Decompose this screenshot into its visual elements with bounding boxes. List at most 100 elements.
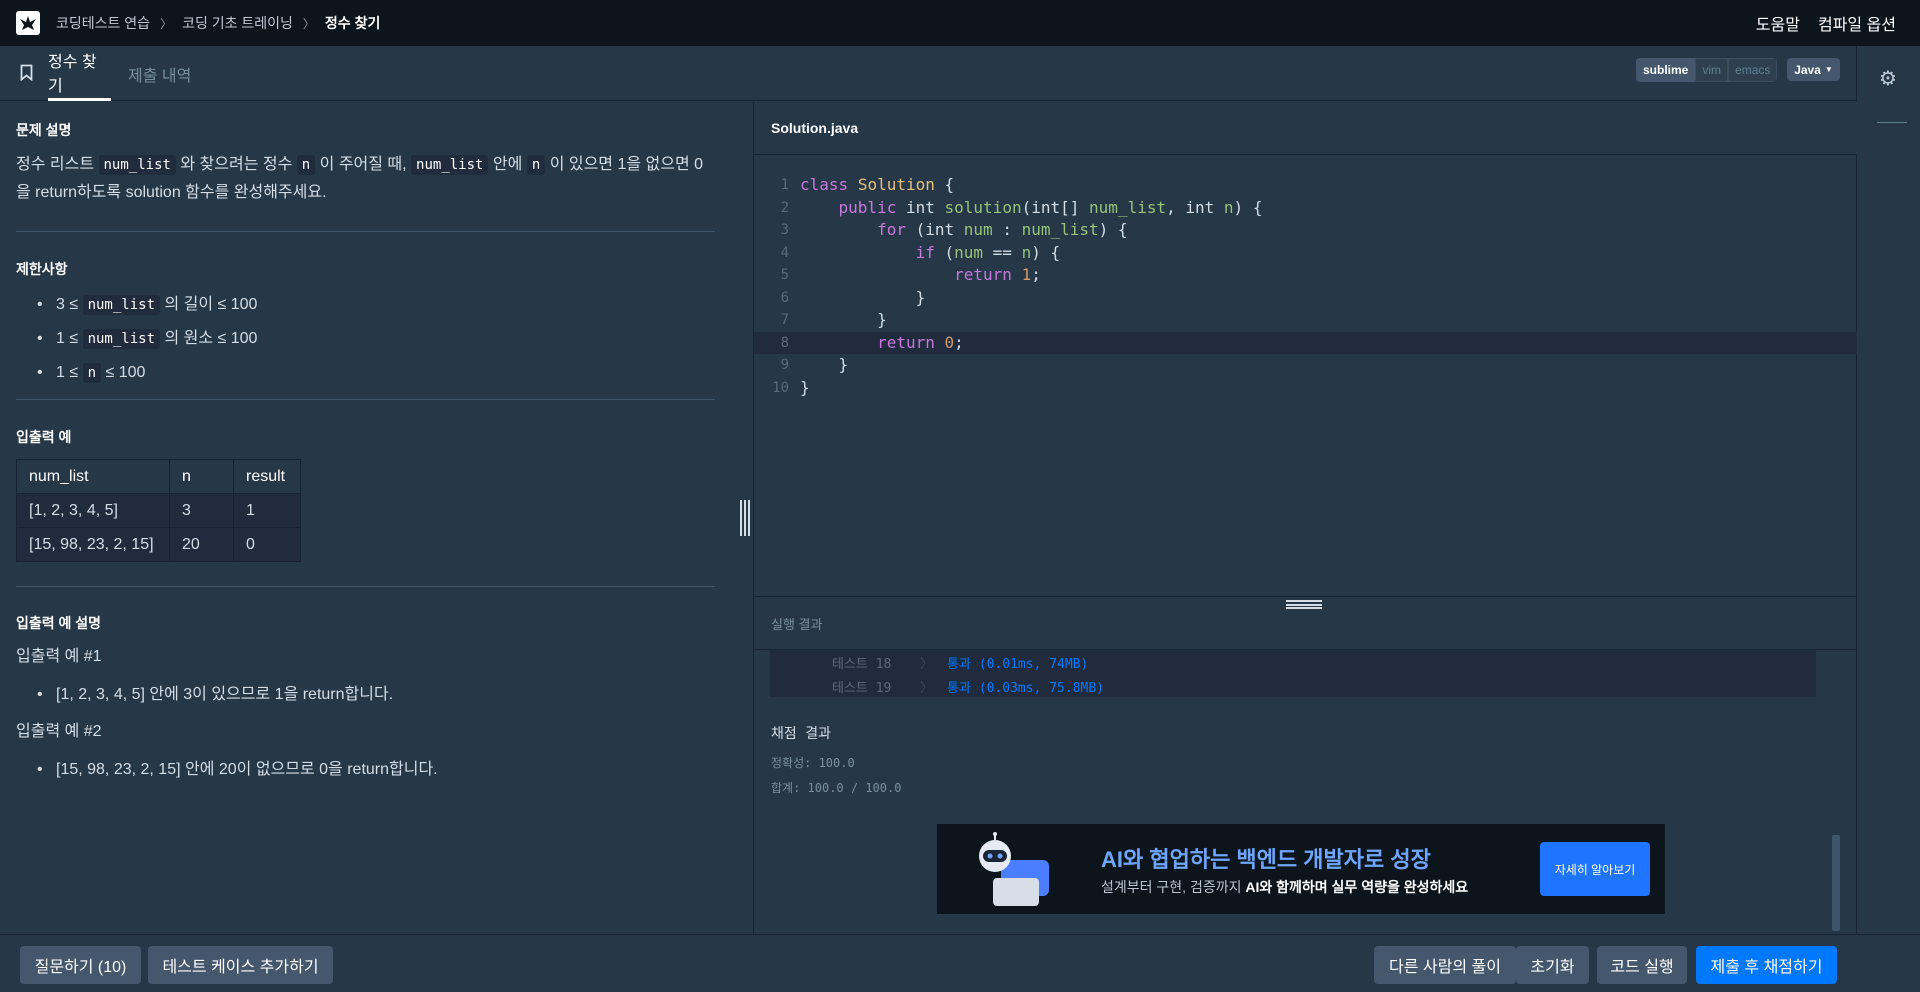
- editor-header: Solution.java: [754, 102, 1857, 155]
- limit-text: 1 ≤: [56, 330, 83, 347]
- code-line[interactable]: 9 }: [754, 354, 1857, 377]
- tab-problem[interactable]: 정수 찾기: [48, 46, 111, 101]
- editor-mode-selector: sublime vim emacs: [1636, 58, 1778, 82]
- tab-label: 제출 내역: [128, 67, 192, 85]
- list-item: [1, 2, 3, 4, 5] 안에 3이 있으므로 1을 return합니다.: [16, 678, 715, 712]
- run-code-button[interactable]: 코드 실행: [1597, 946, 1687, 984]
- right-sidebar: ⚙: [1856, 46, 1920, 946]
- reset-button[interactable]: 초기화: [1516, 946, 1589, 984]
- example-1-list: [1, 2, 3, 4, 5] 안에 3이 있으므로 1을 return합니다.: [16, 678, 715, 712]
- tab-submissions[interactable]: 제출 내역: [128, 46, 191, 101]
- mode-vim[interactable]: vim: [1695, 58, 1729, 82]
- learn-more-button[interactable]: 자세히 알아보기: [1540, 842, 1650, 896]
- language-label: Java: [1794, 62, 1821, 77]
- line-number: 3: [780, 222, 789, 238]
- test-label: 테스트 19: [832, 680, 892, 696]
- ask-question-button[interactable]: 질문하기 (10): [20, 946, 141, 984]
- example-1-title: 입출력 예 #1: [16, 648, 102, 665]
- code-line[interactable]: 10}: [754, 377, 1857, 400]
- code-line[interactable]: 6 }: [754, 287, 1857, 310]
- chevron-right-icon: 〉: [920, 680, 934, 696]
- list-item: 1 ≤ n ≤ 100: [16, 356, 715, 390]
- problem-description: 정수 리스트 num_list 와 찾으려는 정수 n 이 주어질 때, num…: [16, 151, 715, 207]
- bookmark-icon[interactable]: [20, 64, 33, 86]
- line-number: 5: [780, 267, 789, 283]
- section-title-io: 입출력 예: [16, 429, 72, 445]
- test-result-row: 테스트 19 〉 통과 (0.03ms, 75.8MB): [770, 674, 1816, 698]
- limit-text: 3 ≤: [56, 296, 83, 313]
- accuracy-score: 정확성: 100.0: [771, 756, 855, 770]
- tab-bar: 정수 찾기 제출 내역 sublime vim emacs Java ▼: [0, 46, 1856, 101]
- breadcrumb-current: 정수 찾기: [324, 15, 381, 31]
- line-number: 8: [780, 334, 789, 351]
- breadcrumb-item[interactable]: 코딩테스트 연습 〉: [56, 13, 182, 33]
- divider: [16, 586, 715, 587]
- table-cell: 20: [169, 527, 234, 562]
- banner-subtitle-text: 설계부터 구현, 검증까지: [1101, 879, 1246, 895]
- table-header: result: [233, 459, 301, 494]
- grade-title: 채점 결과: [771, 726, 831, 742]
- code-line-active[interactable]: 8 return 0;: [754, 331, 1857, 354]
- list-item: 3 ≤ num_list 의 길이 ≤ 100: [16, 288, 715, 322]
- inline-code: n: [82, 363, 102, 383]
- io-example-table: num_list n result [1, 2, 3, 4, 5] 3 1 [1…: [16, 459, 301, 562]
- table-cell: 1: [233, 493, 301, 528]
- desc-text: 정수 리스트: [16, 156, 99, 173]
- mode-emacs[interactable]: emacs: [1728, 58, 1778, 82]
- divider: [1877, 122, 1907, 123]
- test-results-list: 테스트 18 〉 통과 (0.01ms, 74MB) 테스트 19 〉 통과 (0.03…: [770, 650, 1816, 697]
- horizontal-resize-handle[interactable]: [1286, 600, 1322, 609]
- code-line[interactable]: 2 public int solution(int[] num_list, in…: [754, 197, 1857, 220]
- table-header: num_list: [16, 459, 170, 494]
- add-testcase-button[interactable]: 테스트 케이스 추가하기: [148, 946, 333, 984]
- others-solutions-button[interactable]: 다른 사람의 풀이: [1374, 946, 1516, 984]
- vertical-resize-handle[interactable]: [740, 500, 750, 536]
- divider: [16, 231, 715, 232]
- help-link[interactable]: 도움말: [1756, 11, 1800, 35]
- test-result-text: 통과 (0.01ms, 74MB): [947, 656, 1089, 672]
- desc-text: 이 주어질 때,: [315, 156, 412, 173]
- programmers-logo-icon[interactable]: [16, 11, 40, 35]
- problem-panel: 문제 설명 정수 리스트 num_list 와 찾으려는 정수 n 이 주어질 …: [0, 102, 752, 934]
- gear-icon[interactable]: ⚙: [1879, 66, 1897, 91]
- code-line[interactable]: 1 class Solution {: [754, 174, 1857, 197]
- chevron-right-icon: 〉: [160, 16, 173, 31]
- inline-code: num_list: [411, 155, 489, 175]
- list-item: 1 ≤ num_list 의 원소 ≤ 100: [16, 322, 715, 356]
- test-result-row: 테스트 18 〉 통과 (0.01ms, 74MB): [770, 650, 1816, 674]
- robot-illustration-icon: [979, 832, 1049, 906]
- table-cell: 3: [169, 493, 234, 528]
- code-line[interactable]: 3 for (int num : num_list) {: [754, 219, 1857, 242]
- test-label: 테스트 18: [832, 656, 892, 672]
- code-line[interactable]: 5 return 1;: [754, 264, 1857, 287]
- desc-text: 와 찾으려는 정수: [175, 156, 297, 173]
- compile-options-link[interactable]: 컴파일 옵션: [1818, 11, 1896, 35]
- breadcrumb-item[interactable]: 코딩 기초 트레이닝 〉: [182, 13, 325, 33]
- banner-subtitle-bold: AI와 함께하며 실무 역량을 완성하세요: [1245, 879, 1469, 895]
- breadcrumb-label[interactable]: 코딩테스트 연습: [56, 13, 150, 33]
- list-item: [15, 98, 23, 2, 15] 안에 20이 없으므로 0을 retur…: [16, 753, 715, 787]
- promo-banner[interactable]: AI와 협업하는 백엔드 개발자로 성장 설계부터 구현, 검증까지 AI와 함…: [937, 824, 1665, 914]
- example-2-title: 입출력 예 #2: [16, 723, 102, 740]
- results-scrollbar[interactable]: [1832, 835, 1840, 931]
- code-line[interactable]: 4 if (num == n) {: [754, 242, 1857, 265]
- limit-text: ≤ 100: [101, 364, 146, 381]
- code-line[interactable]: 7 }: [754, 309, 1857, 332]
- inline-code: num_list: [82, 295, 161, 315]
- line-number: 1: [780, 177, 789, 193]
- inline-code: num_list: [98, 155, 176, 175]
- line-number: 10: [772, 379, 789, 396]
- line-number: 6: [780, 289, 789, 306]
- language-select[interactable]: Java ▼: [1787, 58, 1840, 81]
- banner-title: AI와 협업하는 백엔드 개발자로 성장: [1101, 847, 1431, 872]
- mode-sublime[interactable]: sublime: [1636, 58, 1696, 82]
- chevron-right-icon: 〉: [302, 16, 315, 31]
- breadcrumb-label[interactable]: 코딩 기초 트레이닝: [182, 13, 293, 33]
- limit-text: 의 원소 ≤ 100: [160, 330, 258, 347]
- code-editor[interactable]: 1 class Solution { 2 public int solution(…: [754, 174, 1857, 399]
- desc-text: 안에: [488, 156, 527, 173]
- desc-text: 이 있으면 1을 없으면 0: [545, 156, 704, 173]
- inline-code: num_list: [82, 329, 161, 349]
- example-2-list: [15, 98, 23, 2, 15] 안에 20이 없으므로 0을 retur…: [16, 753, 715, 787]
- submit-button[interactable]: 제출 후 채점하기: [1696, 946, 1837, 984]
